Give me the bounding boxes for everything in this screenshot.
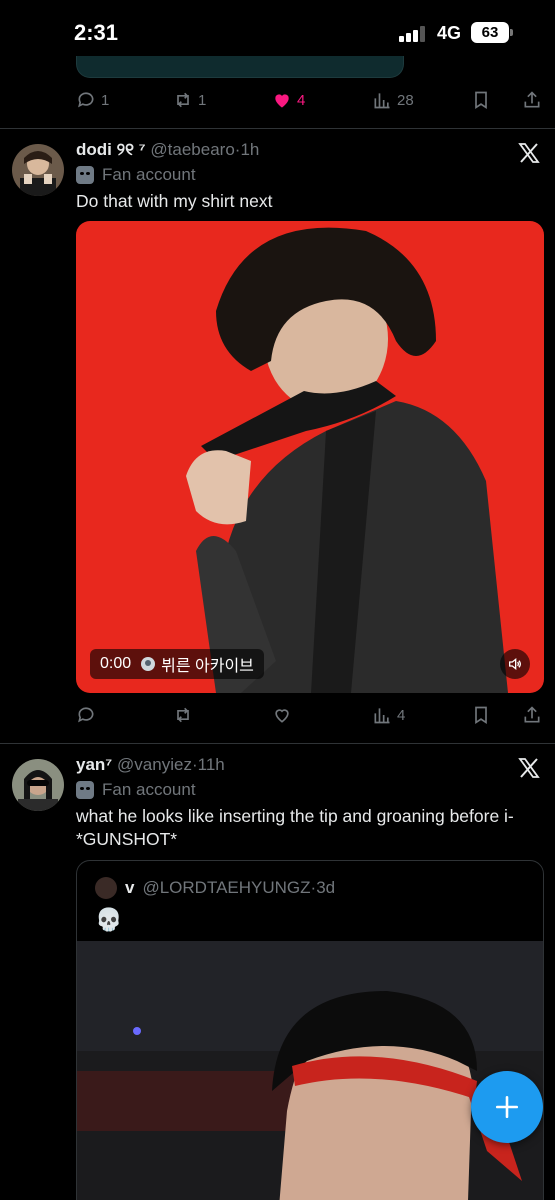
battery-icon: 63 (471, 22, 513, 43)
share-icon (524, 706, 540, 723)
quoted-image (77, 941, 543, 1200)
compose-button[interactable] (471, 1071, 543, 1143)
tweet-video[interactable]: 0:00 뷔른 아카이브 (76, 221, 544, 693)
tweet-text: what he looks like inserting the tip and… (76, 806, 514, 849)
mask-icon (76, 781, 94, 799)
share-button[interactable] (522, 701, 542, 729)
fan-account-text: Fan account (102, 780, 196, 799)
speaker-icon (509, 657, 521, 671)
author-handle[interactable]: @taebearo (150, 140, 234, 159)
avatar (95, 877, 117, 899)
quoted-author-name: v (125, 878, 135, 897)
avatar[interactable] (12, 759, 64, 811)
reply-count: 1 (101, 91, 110, 109)
like-button[interactable] (272, 701, 292, 729)
heart-filled-icon (275, 94, 289, 108)
mask-icon (76, 166, 94, 184)
author-handle[interactable]: @vanyiez (117, 755, 192, 774)
like-count: 4 (297, 91, 306, 109)
quoted-tweet[interactable]: v @LORDTAEHYUNGZ·3d 💀 (76, 860, 544, 1200)
bookmark-icon (475, 91, 487, 110)
tweet-actions: 4 (76, 701, 546, 729)
share-button[interactable] (522, 86, 542, 114)
tweet-text: Do that with my shirt next (76, 191, 273, 211)
repost-button[interactable]: 1 (173, 86, 206, 114)
fan-account-label: Fan account (76, 165, 196, 185)
quoted-author-handle: @LORDTAEHYUNGZ (142, 878, 311, 897)
status-bar: 2:31 4G 63 (0, 0, 555, 62)
network-label: 4G (437, 23, 462, 43)
video-info-pill: 0:00 뷔른 아카이브 (90, 649, 264, 679)
tweet-header: dodi ୨୧ ⁷ @taebearo·1h (76, 140, 259, 160)
quoted-tweet-header: v @LORDTAEHYUNGZ·3d (95, 877, 335, 899)
quoted-tweet-time: 3d (316, 878, 336, 897)
previous-tweet-actions: 1 1 4 28 (76, 86, 546, 114)
bookmark-icon (475, 706, 487, 725)
user-icon (141, 657, 156, 671)
reply-button[interactable]: 1 (76, 86, 109, 114)
author-name[interactable]: dodi ୨୧ ⁷ (76, 140, 146, 159)
like-button[interactable]: 4 (272, 86, 305, 114)
views-icon (374, 93, 390, 109)
repost-count: 1 (198, 91, 207, 109)
video-timestamp: 0:00 (100, 655, 132, 672)
views-count: 4 (397, 706, 406, 724)
author-name[interactable]: yan⁷ (76, 755, 112, 774)
views-button[interactable]: 4 (372, 701, 405, 729)
plus-icon (495, 1095, 519, 1119)
share-icon (524, 91, 540, 108)
x-logo-icon (518, 758, 540, 778)
quoted-tweet-image[interactable] (77, 941, 543, 1200)
reply-icon (78, 92, 94, 108)
bookmark-button[interactable] (471, 701, 491, 729)
fan-account-text: Fan account (102, 165, 196, 184)
video-source[interactable]: 뷔른 아카이브 (141, 652, 254, 676)
x-logo-icon (518, 143, 540, 163)
quoted-tweet-text: 💀 (95, 907, 123, 932)
reply-button[interactable] (76, 701, 96, 729)
views-button[interactable]: 28 (372, 86, 414, 114)
fan-account-label: Fan account (76, 780, 196, 800)
tweet-time: 1h (240, 140, 260, 159)
tweet-header: yan⁷ @vanyiez·11h (76, 755, 225, 775)
signal-icon (399, 26, 425, 42)
views-icon (374, 708, 390, 724)
status-time: 2:31 (74, 20, 119, 45)
heart-icon (275, 709, 289, 723)
repost-icon (177, 707, 189, 723)
repost-icon (177, 92, 189, 108)
mute-button[interactable] (500, 649, 530, 679)
repost-button[interactable] (173, 701, 193, 729)
reply-icon (78, 707, 94, 723)
video-frame (76, 221, 544, 693)
avatar[interactable] (12, 144, 64, 196)
divider (0, 743, 555, 744)
previous-media-card[interactable] (76, 56, 404, 78)
views-count: 28 (397, 91, 414, 109)
tweet-time: 11h (197, 755, 225, 774)
divider (0, 128, 555, 129)
bookmark-button[interactable] (471, 86, 491, 114)
video-source-name: 뷔른 아카이브 (161, 658, 254, 675)
